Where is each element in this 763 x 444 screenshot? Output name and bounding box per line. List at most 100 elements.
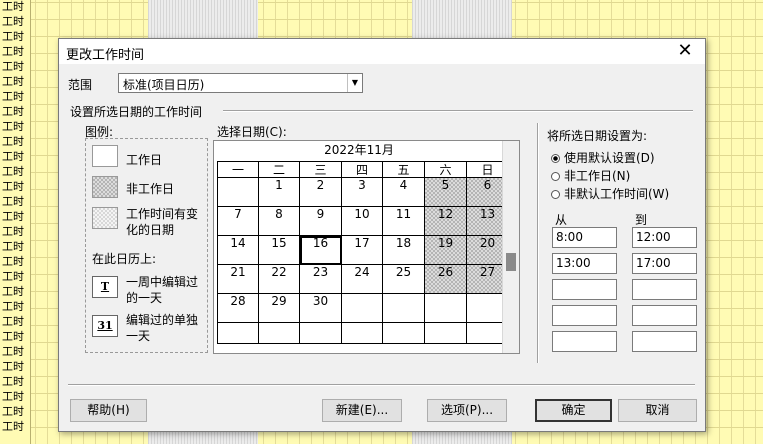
chevron-down-icon[interactable]: ▼ [347, 74, 362, 92]
background-row-label: 工时 [2, 0, 24, 13]
dialog-titlebar: 更改工作时间 ✕ [59, 39, 705, 64]
calendar-day-24[interactable]: 24 [342, 265, 383, 294]
calendar-day-26[interactable]: 26 [425, 265, 467, 294]
legend-working-label: 工作日 [126, 153, 163, 167]
options-button[interactable]: 选项(P)... [427, 399, 507, 422]
to-time-field-4[interactable] [632, 331, 697, 352]
background-row-label: 工时 [2, 105, 24, 118]
from-time-field-4[interactable] [552, 331, 617, 352]
set-dates-option-label: 使用默认设置(D) [564, 151, 655, 165]
background-row-label: 工时 [2, 375, 24, 388]
calendar-day-8[interactable]: 8 [259, 207, 300, 236]
close-icon[interactable]: ✕ [675, 41, 695, 61]
calendar-day-18[interactable]: 18 [383, 236, 425, 265]
calendar-empty-cell [217, 178, 259, 207]
set-dates-option-1[interactable]: 非工作日(N) [551, 167, 630, 184]
calendar-day-5[interactable]: 5 [425, 178, 467, 207]
set-dates-heading: 将所选日期设置为: [547, 129, 648, 143]
calendar-day-22[interactable]: 22 [259, 265, 300, 294]
calendar-day-3[interactable]: 3 [342, 178, 383, 207]
to-time-field-1[interactable]: 17:00 [632, 253, 697, 274]
calendar-weekday-header: 三 [300, 161, 342, 178]
calendar-weekday-header: 二 [259, 161, 300, 178]
ok-button[interactable]: 确定 [535, 399, 612, 422]
changed-hours-swatch [92, 207, 118, 229]
background-row-label: 工时 [2, 345, 24, 358]
calendar-day-7[interactable]: 7 [217, 207, 259, 236]
from-time-field-0[interactable]: 8:00 [552, 227, 617, 248]
background-row-label: 工时 [2, 90, 24, 103]
calendar-weekday-header: 六 [425, 161, 467, 178]
background-row-label: 工时 [2, 330, 24, 343]
calendar-day-10[interactable]: 10 [342, 207, 383, 236]
calendar-day-1[interactable]: 1 [259, 178, 300, 207]
set-dates-option-2[interactable]: 非默认工作时间(W) [551, 185, 669, 202]
from-label: 从 [555, 213, 568, 227]
calendar-day-25[interactable]: 25 [383, 265, 425, 294]
from-time-field-2[interactable] [552, 279, 617, 300]
calendar-day-14[interactable]: 14 [217, 236, 259, 265]
calendar-weekday-header: 一 [217, 161, 259, 178]
from-time-field-1[interactable]: 13:00 [552, 253, 617, 274]
calendar-day-9[interactable]: 9 [300, 207, 342, 236]
background-row-label: 工时 [2, 420, 24, 433]
background-row-label: 工时 [2, 195, 24, 208]
change-working-time-dialog: 更改工作时间 ✕ 范围 标准(项目日历) ▼ 设置所选日期的工作时间 图例: 工… [58, 38, 706, 432]
background-gray-column [148, 0, 258, 40]
background-row-label: 工时 [2, 255, 24, 268]
range-dropdown[interactable]: 标准(项目日历) ▼ [118, 73, 363, 93]
background-row-labels: 工时 工时 工时 工时 工时 工时 工时 工时 工时 工时 工时 工时 工时 工时 工时 工时 工时 工时 工时 工时… [0, 0, 31, 444]
legend-weekday-line2: 的一天 [126, 291, 163, 305]
help-button[interactable]: 帮助(H) [70, 399, 147, 422]
calendar-day-19[interactable]: 19 [425, 236, 467, 265]
calendar-weekday-header: 五 [383, 161, 425, 178]
calendar-day-28[interactable]: 28 [217, 294, 259, 323]
calendar-scroll-thumb[interactable] [506, 253, 516, 271]
legend-nonworking-label: 非工作日 [126, 182, 175, 196]
cancel-button[interactable]: 取消 [618, 399, 697, 422]
calendar-day-4[interactable]: 4 [383, 178, 425, 207]
range-dropdown-value: 标准(项目日历) [123, 78, 205, 92]
to-time-field-0[interactable]: 12:00 [632, 227, 697, 248]
calendar-day-15[interactable]: 15 [259, 236, 300, 265]
background-row-label: 工时 [2, 360, 24, 373]
radio-button-icon[interactable] [551, 154, 560, 163]
calendar-day-11[interactable]: 11 [383, 207, 425, 236]
legend-single-line2: 一天 [126, 329, 151, 343]
background-row-label: 工时 [2, 405, 24, 418]
dialog-title: 更改工作时间 [66, 48, 145, 63]
vertical-divider [537, 123, 539, 363]
calendar-scrollbar[interactable] [502, 141, 519, 353]
calendar-day-16[interactable]: 16 [300, 236, 342, 265]
calendar-day-21[interactable]: 21 [217, 265, 259, 294]
single-day-edit-icon-glyph: 31 [97, 319, 113, 332]
calendar-day-17[interactable]: 17 [342, 236, 383, 265]
calendar-day-29[interactable]: 29 [259, 294, 300, 323]
from-time-field-3[interactable] [552, 305, 617, 326]
weekday-edit-icon: T [92, 276, 118, 298]
calendar-empty-cell [383, 294, 425, 323]
calendar-empty-cell [342, 323, 383, 344]
calendar-day-23[interactable]: 23 [300, 265, 342, 294]
legend-single-line1: 编辑过的单独 [126, 313, 199, 327]
new-button[interactable]: 新建(E)... [322, 399, 402, 422]
radio-button-icon[interactable] [551, 172, 560, 181]
calendar-empty-cell [217, 323, 259, 344]
legend-on-calendar: 在此日历上: [92, 252, 157, 266]
calendar-day-2[interactable]: 2 [300, 178, 342, 207]
nonworking-day-swatch [92, 176, 118, 198]
set-dates-option-0[interactable]: 使用默认设置(D) [551, 149, 655, 166]
background-row-label: 工时 [2, 285, 24, 298]
to-time-field-3[interactable] [632, 305, 697, 326]
calendar-label: 选择日期(C): [217, 125, 287, 139]
to-time-field-2[interactable] [632, 279, 697, 300]
to-label: 到 [635, 213, 648, 227]
background-gray-column [148, 430, 258, 444]
calendar-day-30[interactable]: 30 [300, 294, 342, 323]
background-row-label: 工时 [2, 315, 24, 328]
background-row-label: 工时 [2, 300, 24, 313]
calendar-panel: 2022年11月 一二三四五六日 1 2 3 4 5 6 7 8 9 10 11 12 13 14 15 16 1… [213, 140, 520, 354]
bottom-divider [68, 384, 695, 386]
radio-button-icon[interactable] [551, 190, 560, 199]
calendar-day-12[interactable]: 12 [425, 207, 467, 236]
